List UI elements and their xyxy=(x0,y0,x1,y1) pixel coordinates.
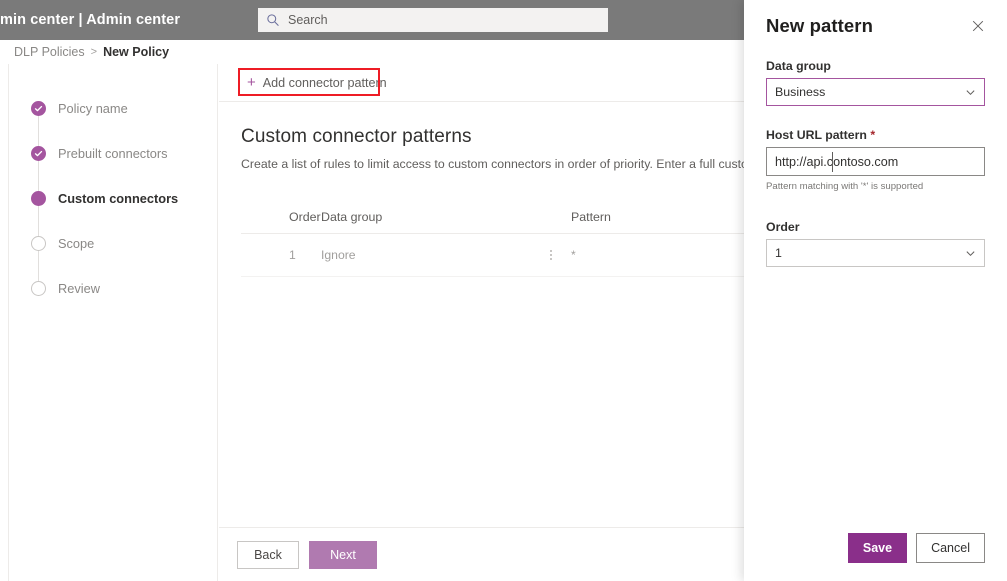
step-label: Custom connectors xyxy=(58,191,179,206)
sidebar-item-policy-name[interactable]: Policy name xyxy=(9,86,217,161)
data-group-value: Business xyxy=(775,85,826,99)
chevron-down-icon xyxy=(966,89,975,95)
sidebar-item-scope[interactable]: Scope xyxy=(9,221,217,296)
page-description-text: Create a list of rules to limit access t… xyxy=(241,157,828,171)
column-header-data-group: Data group xyxy=(321,210,383,224)
step-label: Scope xyxy=(58,236,95,251)
add-connector-pattern-label: Add connector pattern xyxy=(262,75,387,90)
search-input[interactable]: Search xyxy=(258,8,608,32)
host-url-label: Host URL pattern * xyxy=(766,128,985,142)
order-select[interactable]: 1 xyxy=(766,239,985,267)
step-status-icon xyxy=(31,101,46,116)
back-button[interactable]: Back xyxy=(237,540,299,569)
sidebar-item-prebuilt-connectors[interactable]: Prebuilt connectors xyxy=(9,131,217,206)
sidebar-item-custom-connectors[interactable]: Custom connectors xyxy=(9,176,217,251)
step-label: Prebuilt connectors xyxy=(58,146,168,161)
step-status-icon xyxy=(31,236,46,251)
host-url-hint: Pattern matching with '*' is supported xyxy=(766,181,924,192)
breadcrumb-current: New Policy xyxy=(103,45,170,59)
cancel-button[interactable]: Cancel xyxy=(916,533,985,563)
cell-pattern: * xyxy=(571,248,576,262)
wizard-stepper: Policy name Prebuilt connectors Custom c… xyxy=(8,64,218,581)
column-header-order: Order xyxy=(289,210,321,224)
step-status-icon xyxy=(31,281,46,296)
cell-data-group: Ignore xyxy=(321,248,356,262)
host-url-field: Host URL pattern * http://api.contoso.co… xyxy=(766,128,985,192)
step-status-icon xyxy=(31,191,46,206)
data-group-field: Data group Business xyxy=(766,59,985,106)
new-pattern-panel: New pattern Data group Business Host URL… xyxy=(744,0,1007,581)
panel-footer: Save Cancel xyxy=(766,533,985,563)
chevron-down-icon xyxy=(966,250,975,256)
step-label: Review xyxy=(58,281,100,296)
search-placeholder: Search xyxy=(288,13,328,27)
host-url-label-text: Host URL pattern xyxy=(766,128,867,142)
order-value: 1 xyxy=(775,246,782,260)
plus-icon: + xyxy=(247,74,256,91)
column-header-pattern: Pattern xyxy=(571,210,611,224)
host-url-input[interactable]: http://api.contoso.com xyxy=(766,147,985,176)
text-caret xyxy=(832,152,833,172)
step-status-icon xyxy=(31,146,46,161)
order-label: Order xyxy=(766,220,800,234)
search-icon xyxy=(267,14,279,26)
next-button[interactable]: Next xyxy=(309,540,377,569)
add-connector-pattern-button[interactable]: + Add connector pattern xyxy=(239,69,395,97)
sidebar-item-review[interactable]: Review xyxy=(9,266,217,311)
panel-header: New pattern xyxy=(766,0,985,37)
data-group-select[interactable]: Business xyxy=(766,78,985,106)
panel-title: New pattern xyxy=(766,15,873,36)
more-options-icon[interactable] xyxy=(550,250,552,260)
host-url-value: http://api.contoso.com xyxy=(775,154,899,169)
suite-title: min center | Admin center xyxy=(0,12,181,28)
row-actions[interactable] xyxy=(531,250,571,260)
order-field: Order 1 xyxy=(766,220,985,267)
breadcrumb-parent[interactable]: DLP Policies xyxy=(14,45,85,59)
step-label: Policy name xyxy=(58,101,128,116)
required-marker: * xyxy=(870,128,876,142)
close-icon[interactable] xyxy=(971,19,985,33)
save-button[interactable]: Save xyxy=(847,533,908,563)
data-group-label: Data group xyxy=(766,59,831,73)
cell-order: 1 xyxy=(289,248,296,262)
breadcrumb-separator-icon: > xyxy=(90,46,98,58)
